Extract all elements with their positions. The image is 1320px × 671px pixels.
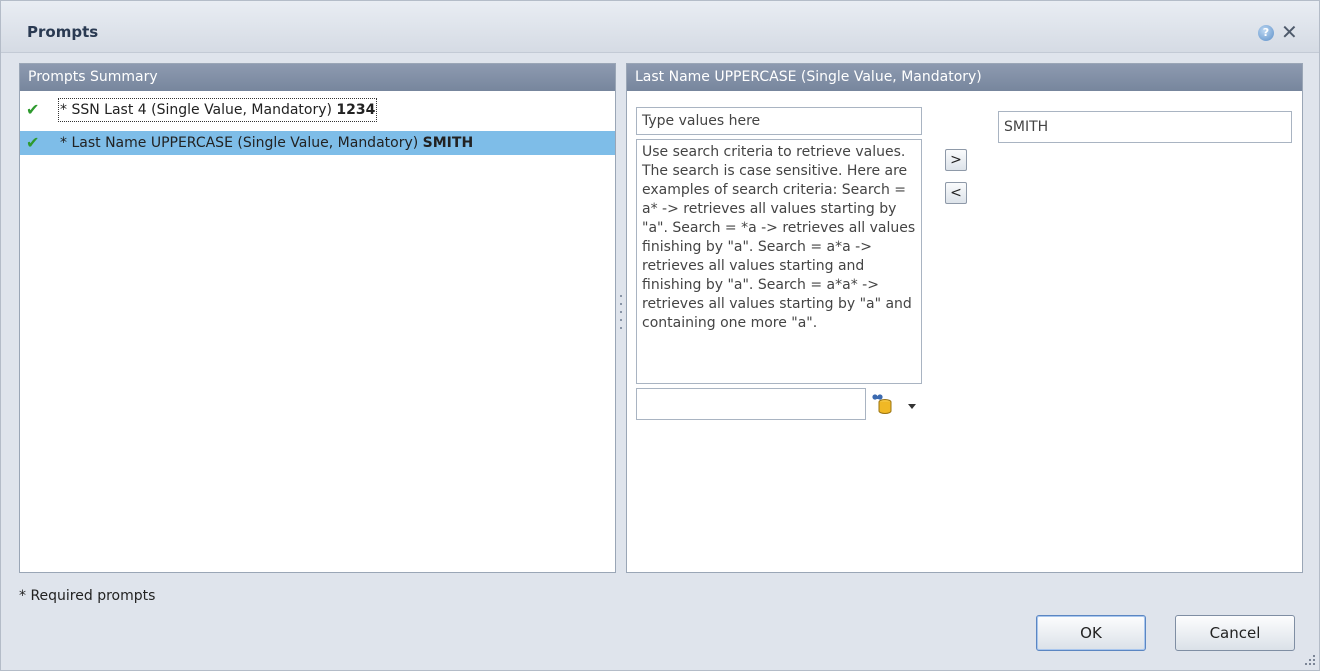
search-input[interactable] <box>636 388 866 420</box>
prompt-row-value: 1234 <box>336 102 376 118</box>
type-values-input[interactable]: Type values here <box>636 107 922 135</box>
cancel-button[interactable]: Cancel <box>1175 615 1295 651</box>
search-hint-text: Use search criteria to retrieve values. … <box>636 139 922 384</box>
prompt-detail-panel: Last Name UPPERCASE (Single Value, Manda… <box>626 63 1303 573</box>
help-icon[interactable]: ? <box>1258 25 1274 41</box>
checkmark-icon: ✔ <box>26 133 40 152</box>
checkmark-icon: ✔ <box>26 100 40 119</box>
remove-value-button[interactable]: < <box>945 182 967 204</box>
close-icon[interactable]: ✕ <box>1281 20 1298 44</box>
prompts-dialog: Prompts ? ✕ Prompts Summary ✔ * SSN Last… <box>0 0 1320 671</box>
type-values-placeholder: Type values here <box>642 113 761 129</box>
dialog-titlebar[interactable]: Prompts ? ✕ <box>1 1 1319 53</box>
resize-grip-icon[interactable] <box>1301 653 1317 669</box>
selected-value-item[interactable]: SMITH <box>1004 119 1048 135</box>
prompt-row-label: * Last Name UPPERCASE (Single Value, Man… <box>60 135 474 151</box>
prompt-row-value: SMITH <box>422 135 474 151</box>
search-options-dropdown-icon[interactable] <box>908 404 916 409</box>
ok-button[interactable]: OK <box>1036 615 1146 651</box>
dialog-title: Prompts <box>27 23 99 41</box>
prompt-row-label: * SSN Last 4 (Single Value, Mandatory) 1… <box>58 98 378 122</box>
prompt-detail-header: Last Name UPPERCASE (Single Value, Manda… <box>627 64 1302 91</box>
prompt-row-ssn[interactable]: ✔ * SSN Last 4 (Single Value, Mandatory)… <box>20 98 615 122</box>
panel-splitter[interactable] <box>620 295 623 345</box>
add-value-button[interactable]: > <box>945 149 967 171</box>
prompt-row-last-name[interactable]: ✔ * Last Name UPPERCASE (Single Value, M… <box>20 131 615 155</box>
prompts-summary-panel: Prompts Summary ✔ * SSN Last 4 (Single V… <box>19 63 616 573</box>
required-prompts-note: * Required prompts <box>19 588 156 604</box>
selected-values-list[interactable]: SMITH <box>998 111 1292 143</box>
database-search-icon[interactable] <box>870 392 894 416</box>
prompts-summary-header: Prompts Summary <box>20 64 615 91</box>
